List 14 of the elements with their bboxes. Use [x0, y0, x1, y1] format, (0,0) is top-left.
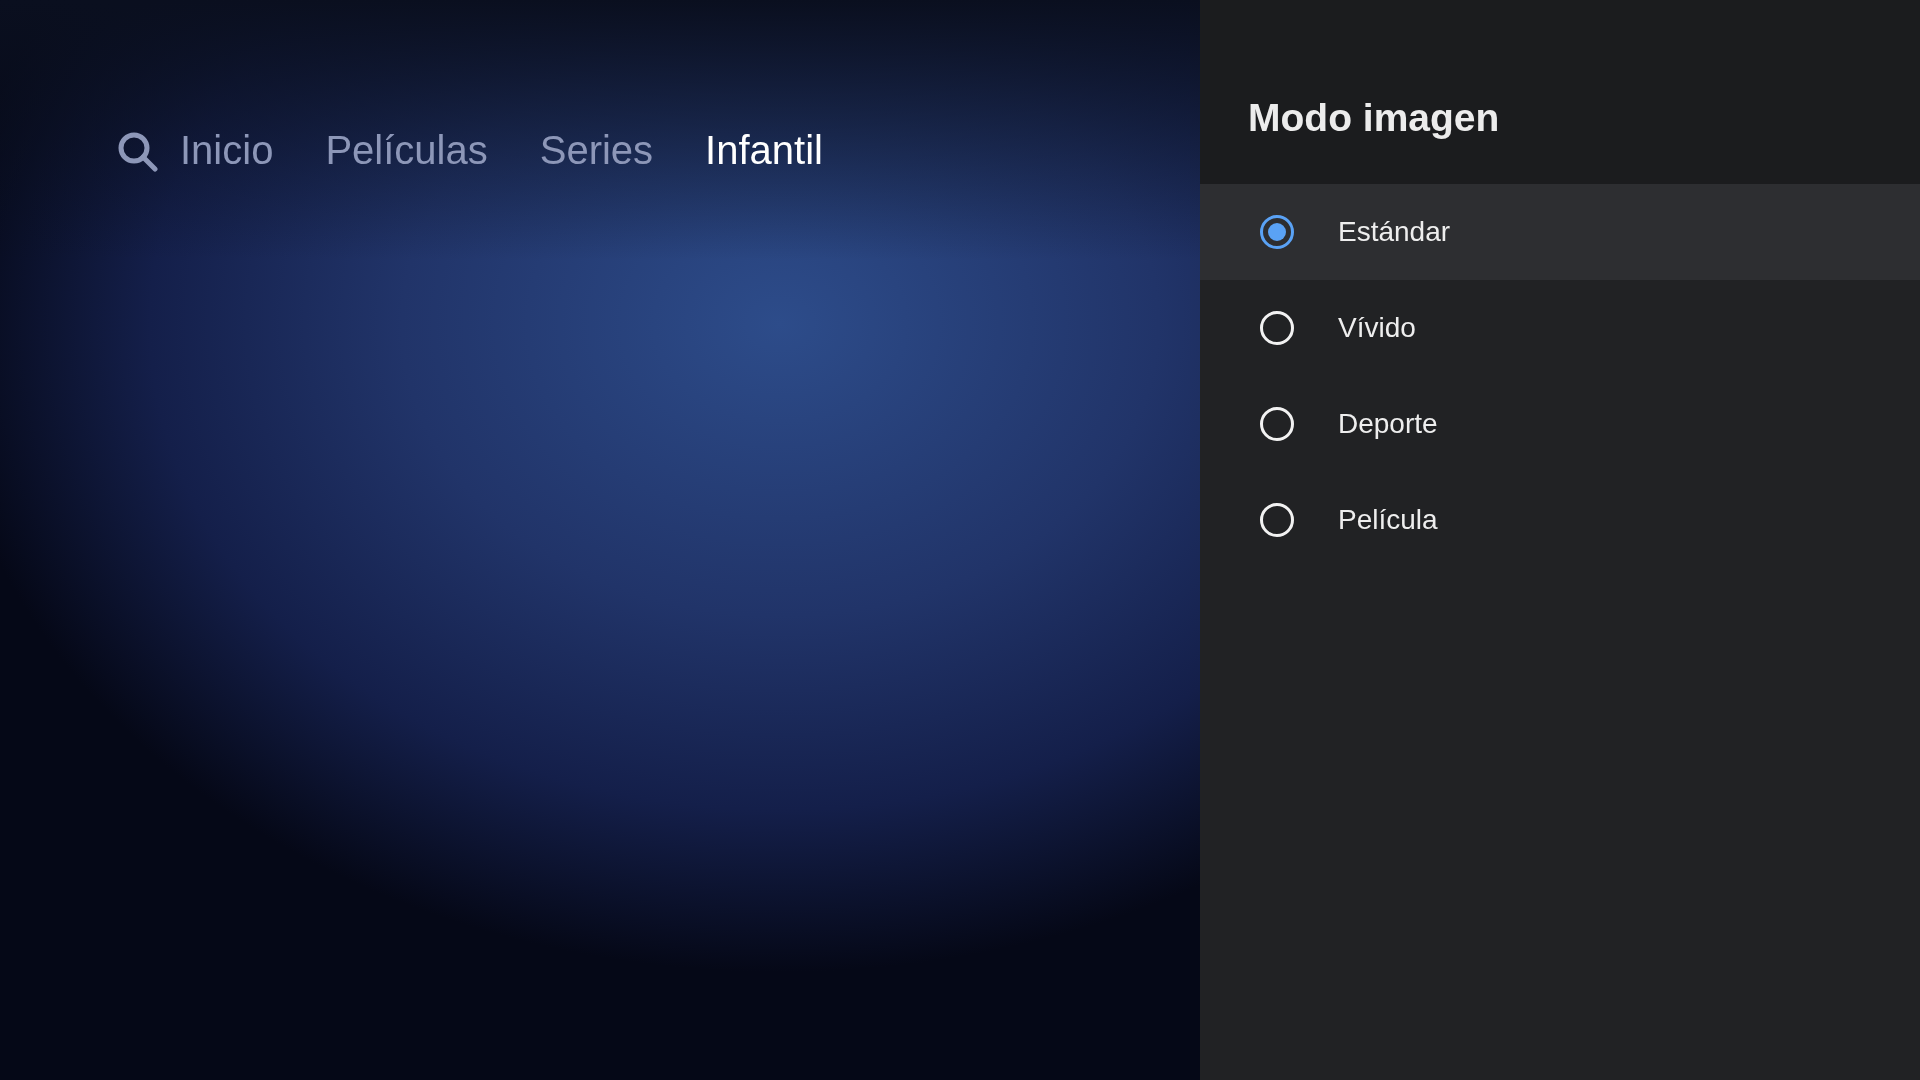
option-label: Deporte — [1338, 408, 1438, 440]
nav-tab[interactable]: Inicio — [180, 128, 274, 173]
nav-tab[interactable]: Películas — [325, 128, 488, 173]
radio-button[interactable] — [1260, 215, 1294, 249]
panel-title: Modo imagen — [1248, 96, 1501, 140]
picture-mode-option[interactable]: Estándar — [1200, 184, 1920, 280]
picture-mode-option[interactable]: Vívido — [1200, 280, 1920, 376]
nav-tab[interactable]: Series — [539, 128, 654, 173]
picture-mode-option[interactable]: Deporte — [1200, 376, 1920, 472]
option-label: Estándar — [1338, 216, 1451, 248]
picture-mode-option[interactable]: Película — [1200, 472, 1920, 568]
option-label: Vívido — [1338, 312, 1416, 344]
option-label: Película — [1338, 504, 1438, 536]
nav-tab[interactable]: Infantil — [705, 128, 823, 173]
